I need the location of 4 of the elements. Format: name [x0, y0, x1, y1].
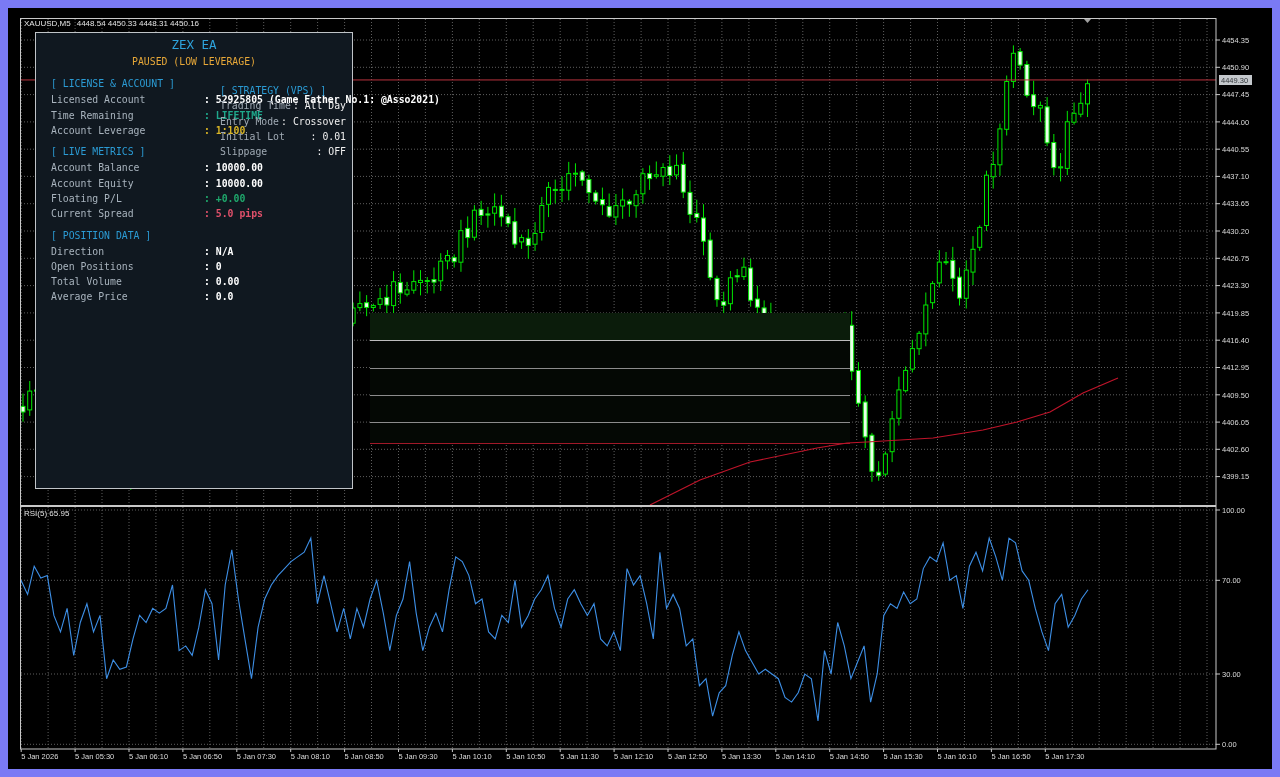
triangle-marker-icon	[1084, 19, 1091, 23]
symbol-label: XAUUSD,M5	[24, 19, 71, 28]
ohlc-readout: 4448.54 4450.33 4448.31 4450.16	[76, 19, 200, 28]
indicator-label: RSI(5) 65.95	[24, 509, 70, 518]
